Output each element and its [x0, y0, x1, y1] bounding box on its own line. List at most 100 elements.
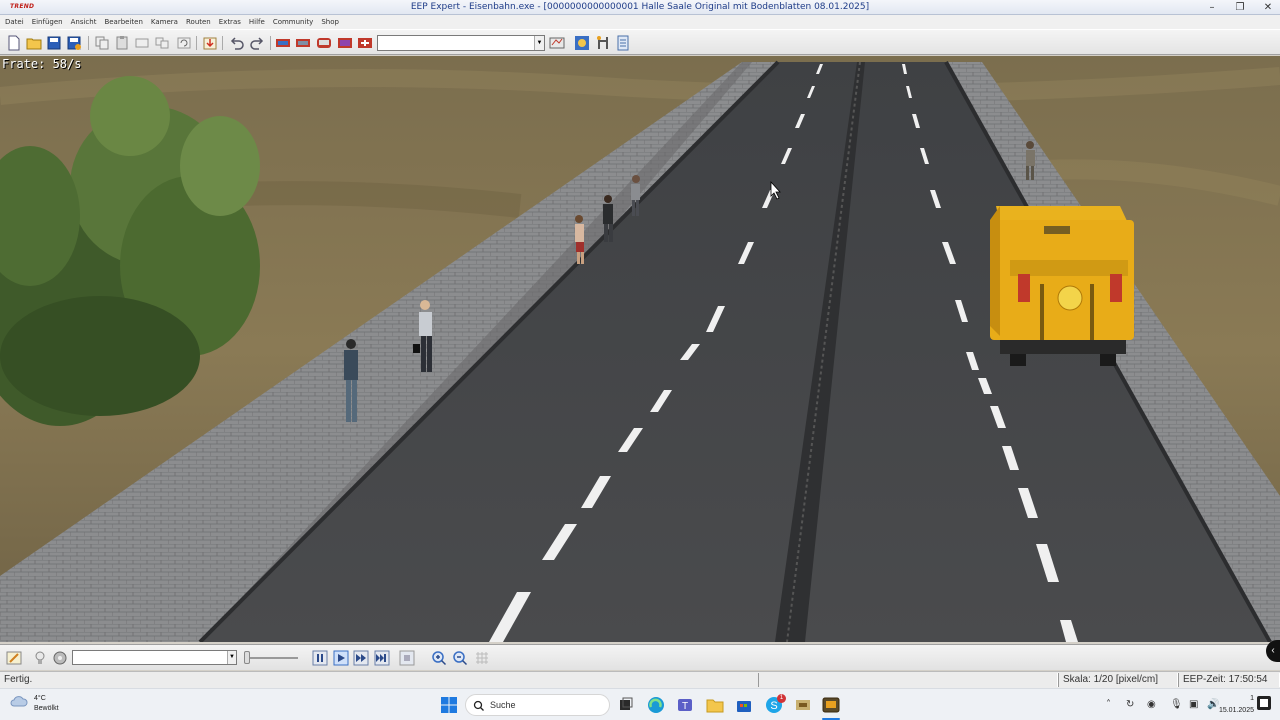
copy-icon[interactable] — [94, 35, 110, 51]
properties-icon[interactable] — [615, 35, 631, 51]
duplicate-icon[interactable] — [154, 35, 170, 51]
microphone-icon[interactable]: 🎙 — [1170, 699, 1183, 710]
taskbar-search[interactable]: Suche — [465, 694, 610, 716]
bulb-icon[interactable] — [32, 650, 48, 666]
road-edit-icon[interactable] — [295, 35, 311, 51]
chevron-down-icon[interactable]: ▼ — [534, 36, 544, 50]
layer-select[interactable]: ▼ — [377, 35, 545, 51]
notifications-icon[interactable] — [1256, 695, 1272, 711]
tools-icon[interactable] — [595, 35, 611, 51]
eep-application-window: TREND EEP Expert - Eisenbahn.exe - [0000… — [0, 0, 1280, 688]
open-folder-icon[interactable] — [26, 35, 42, 51]
menu-ansicht[interactable]: Ansicht — [71, 15, 102, 29]
layer-icon[interactable] — [574, 35, 590, 51]
cut-icon[interactable] — [134, 35, 150, 51]
system-clock[interactable]: 1 15.01.2025 — [1219, 693, 1254, 717]
vehicle-select[interactable]: ▼ — [72, 650, 237, 665]
edge-browser-icon[interactable] — [647, 696, 665, 714]
eep-app-icon[interactable] — [822, 696, 840, 714]
eep-tools-icon[interactable] — [794, 696, 812, 714]
zoom-in-icon[interactable] — [431, 650, 447, 666]
clock-time: 1 — [1250, 695, 1254, 702]
route-settings-icon[interactable] — [549, 35, 565, 51]
undo-icon[interactable] — [229, 35, 245, 51]
scale-readout: Skala: 1/20 [pixel/cm] — [1058, 673, 1178, 687]
main-toolbar: ▼ — [0, 29, 1280, 55]
menu-bar: Datei Einfügen Ansicht Bearbeiten Kamera… — [0, 15, 1280, 29]
weather-widget[interactable]: 4°C Bewölkt — [10, 694, 59, 714]
file-explorer-icon[interactable] — [706, 696, 724, 714]
toolbar-separator — [270, 36, 271, 50]
stop-icon[interactable] — [399, 650, 415, 666]
toolbar-separator — [88, 36, 89, 50]
task-view-icon[interactable] — [617, 696, 635, 714]
play-icon[interactable] — [333, 650, 349, 666]
temperature: 4°C — [34, 695, 46, 702]
tram-edit-icon[interactable] — [316, 35, 332, 51]
window-controls: – ❐ ✕ — [1206, 0, 1274, 15]
search-icon — [473, 700, 484, 711]
rotate-icon[interactable] — [176, 35, 192, 51]
notification-badge: 1 — [777, 694, 786, 703]
status-bar: Fertig. Skala: 1/20 [pixel/cm] EEP-Zeit:… — [0, 671, 1280, 688]
frame-rate-readout: Frate: 58/s — [2, 57, 82, 71]
menu-routen[interactable]: Routen — [186, 15, 216, 29]
speed-slider-handle[interactable] — [244, 651, 250, 664]
search-label: Suche — [490, 700, 516, 710]
menu-extras[interactable]: Extras — [219, 15, 246, 29]
pen-icon[interactable] — [6, 650, 22, 666]
fastest-forward-icon[interactable] — [374, 650, 390, 666]
gear-icon[interactable] — [52, 650, 68, 666]
chevron-up-icon[interactable]: ˄ — [1106, 699, 1111, 710]
sync-icon[interactable]: ↻ — [1126, 699, 1134, 710]
maximize-button[interactable]: ❐ — [1234, 0, 1246, 15]
window-title: EEP Expert - Eisenbahn.exe - [0000000000… — [410, 2, 870, 12]
control-edit-icon[interactable] — [357, 35, 373, 51]
grid-icon[interactable] — [474, 650, 490, 666]
import-icon[interactable] — [202, 35, 218, 51]
minimize-button[interactable]: – — [1206, 0, 1218, 15]
track-edit-icon[interactable] — [275, 35, 291, 51]
toolbar-separator — [196, 36, 197, 50]
title-bar: TREND EEP Expert - Eisenbahn.exe - [0000… — [0, 0, 1280, 15]
chevron-down-icon[interactable]: ▼ — [227, 651, 236, 664]
menu-kamera[interactable]: Kamera — [151, 15, 183, 29]
status-text: Fertig. — [4, 674, 33, 685]
control-bar: ▼ — [0, 644, 1280, 670]
svg-text:S: S — [770, 700, 777, 712]
save-as-icon[interactable] — [66, 35, 82, 51]
vpn-icon[interactable]: ◉ — [1147, 699, 1156, 710]
svg-text:T: T — [682, 701, 688, 712]
zoom-out-icon[interactable] — [452, 650, 468, 666]
scene-render — [0, 56, 1280, 642]
redo-icon[interactable] — [249, 35, 265, 51]
menu-shop[interactable]: Shop — [321, 15, 344, 29]
store-icon[interactable] — [735, 696, 753, 714]
pause-icon[interactable] — [312, 650, 328, 666]
fast-forward-icon[interactable] — [353, 650, 369, 666]
menu-einfuegen[interactable]: Einfügen — [32, 15, 68, 29]
menu-hilfe[interactable]: Hilfe — [249, 15, 270, 29]
menu-bearbeiten[interactable]: Bearbeiten — [104, 15, 147, 29]
clock-date: 15.01.2025 — [1218, 707, 1254, 714]
windows-start-icon[interactable] — [440, 696, 458, 714]
water-edit-icon[interactable] — [337, 35, 353, 51]
volume-icon[interactable]: 🔊 — [1207, 699, 1219, 710]
paste-icon[interactable] — [114, 35, 130, 51]
close-button[interactable]: ✕ — [1262, 0, 1274, 15]
eep-time-readout: EEP-Zeit: 17:50:54 — [1178, 673, 1280, 687]
menu-community[interactable]: Community — [273, 15, 319, 29]
yellow-delivery-van — [990, 206, 1134, 366]
weather-condition: Bewölkt — [34, 705, 59, 712]
cloud-icon — [10, 696, 28, 707]
teams-icon[interactable]: T — [676, 696, 694, 714]
network-icon[interactable]: ▣ — [1189, 699, 1198, 710]
status-panel — [758, 673, 1058, 687]
save-icon[interactable] — [46, 35, 62, 51]
speed-slider-track[interactable] — [248, 657, 298, 659]
new-file-icon[interactable] — [6, 35, 22, 51]
3d-viewport[interactable]: Frate: 58/s — [0, 56, 1280, 642]
pedestrian — [344, 339, 358, 422]
toolbar-separator — [222, 36, 223, 50]
menu-datei[interactable]: Datei — [5, 15, 29, 29]
